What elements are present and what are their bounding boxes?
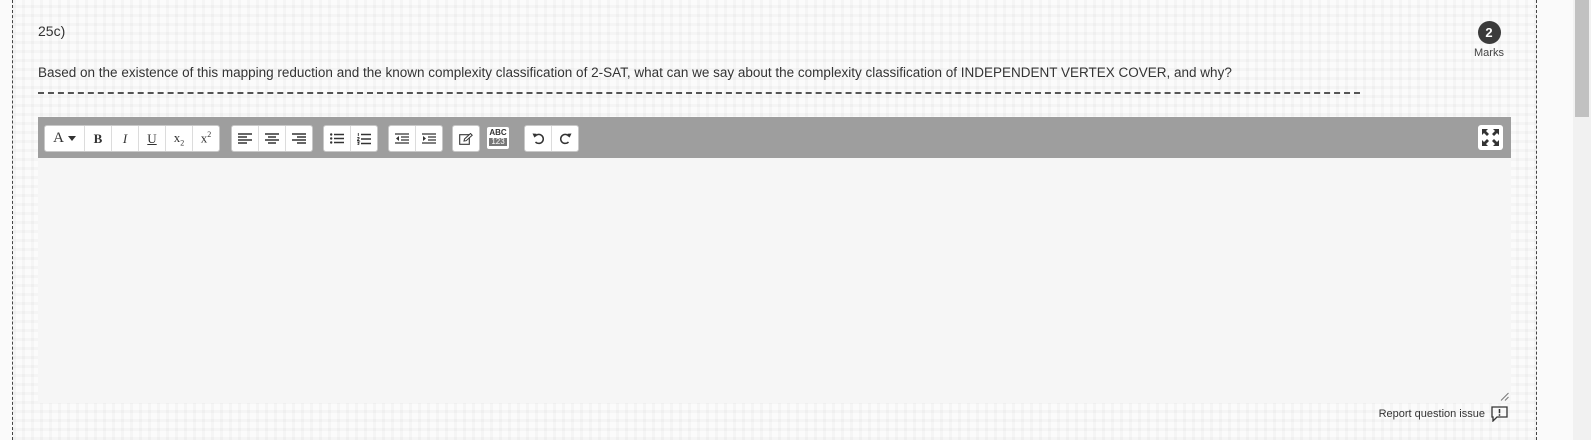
edit-button[interactable] xyxy=(453,126,479,151)
align-left-button[interactable] xyxy=(232,126,259,151)
bold-button[interactable]: B xyxy=(85,126,112,151)
expand-icon xyxy=(1482,129,1499,146)
subscript-icon: x2 xyxy=(173,129,185,148)
marks-badge: 2 Marks xyxy=(1469,21,1509,59)
list-group xyxy=(323,125,378,152)
report-issue-icon xyxy=(1491,406,1508,422)
superscript-button[interactable]: x2 xyxy=(193,126,219,151)
italic-icon: I xyxy=(122,130,128,146)
indent-button[interactable] xyxy=(416,126,442,151)
font-dropdown-button[interactable]: A xyxy=(45,126,85,151)
chevron-down-icon xyxy=(67,136,76,141)
undo-icon xyxy=(532,133,544,145)
outdent-icon xyxy=(395,133,409,144)
font-icon: A xyxy=(53,130,64,146)
numbered-list-button[interactable] xyxy=(351,126,377,151)
marks-value: 2 xyxy=(1477,21,1501,44)
redo-icon xyxy=(559,133,571,145)
bold-icon: B xyxy=(93,130,103,146)
redo-button[interactable] xyxy=(552,126,578,151)
spellcheck-button[interactable]: ABC 123 xyxy=(485,125,511,150)
underline-icon: U xyxy=(147,130,157,146)
superscript-icon: x2 xyxy=(200,130,212,146)
resize-grip-icon[interactable] xyxy=(1500,392,1509,401)
edit-group xyxy=(452,125,480,152)
report-issue-label: Report question issue xyxy=(1378,408,1485,420)
editor-toolbar: A B I U x2 x2 ABC 123 xyxy=(38,117,1511,158)
history-group xyxy=(524,125,579,152)
question-text: Based on the existence of this mapping r… xyxy=(38,65,1232,80)
subscript-button[interactable]: x2 xyxy=(166,126,193,151)
align-center-button[interactable] xyxy=(259,126,286,151)
bullet-list-icon xyxy=(330,133,344,144)
scrollbar[interactable] xyxy=(1573,0,1591,440)
bullet-list-button[interactable] xyxy=(324,126,351,151)
align-center-icon xyxy=(265,133,279,144)
align-right-button[interactable] xyxy=(286,126,312,151)
answer-textarea[interactable] xyxy=(38,158,1511,403)
edit-icon xyxy=(459,132,473,145)
undo-button[interactable] xyxy=(525,126,552,151)
align-left-icon xyxy=(238,133,252,144)
marks-label: Marks xyxy=(1474,47,1504,59)
answer-editor: A B I U x2 x2 ABC 123 xyxy=(38,117,1511,403)
outdent-button[interactable] xyxy=(389,126,416,151)
question-card: 25c) 2 Marks Based on the existence of t… xyxy=(12,0,1537,440)
scrollbar-thumb[interactable] xyxy=(1575,0,1589,117)
format-group: A B I U x2 x2 xyxy=(44,125,220,152)
spellcheck-icon: ABC 123 xyxy=(487,126,509,149)
italic-button[interactable]: I xyxy=(112,126,139,151)
question-divider xyxy=(38,92,1360,94)
underline-button[interactable]: U xyxy=(139,126,166,151)
align-right-icon xyxy=(292,133,306,144)
report-issue-link[interactable]: Report question issue xyxy=(1379,406,1508,422)
numbered-list-icon xyxy=(357,132,371,145)
align-group xyxy=(231,125,313,152)
indent-group xyxy=(388,125,443,152)
expand-button[interactable] xyxy=(1478,125,1503,150)
indent-icon xyxy=(422,133,436,144)
question-number: 25c) xyxy=(38,23,66,39)
